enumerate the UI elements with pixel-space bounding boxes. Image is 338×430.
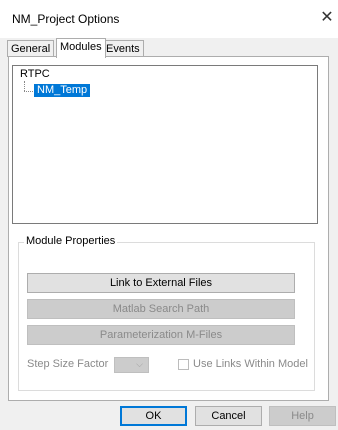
tab-modules[interactable]: Modules (56, 38, 106, 58)
module-properties-title: Module Properties (24, 235, 118, 247)
tree-connector (24, 91, 33, 92)
step-size-label: Step Size Factor (27, 358, 109, 370)
use-links-checkbox[interactable] (178, 359, 189, 370)
cancel-button[interactable]: Cancel (195, 406, 262, 426)
step-size-select[interactable]: ⌵ (114, 357, 149, 373)
tree-item-nm-temp[interactable]: NM_Temp (34, 84, 91, 97)
window-title: NM_Project Options (12, 12, 120, 26)
modules-tab-panel: RTPC NM_Temp Module Properties Link to E… (8, 56, 329, 401)
tab-events[interactable]: Events (102, 40, 144, 57)
link-external-files-button[interactable]: Link to External Files (27, 273, 295, 293)
ok-button[interactable]: OK (120, 406, 187, 426)
tab-general[interactable]: General (7, 40, 55, 57)
parameterization-mfiles-button[interactable]: Parameterization M-Files (27, 325, 295, 345)
use-links-label: Use Links Within Model (193, 358, 308, 370)
matlab-search-path-button[interactable]: Matlab Search Path (27, 299, 295, 319)
title-bar: NM_Project Options ✕ (0, 0, 338, 38)
tree-root-rtpc[interactable]: RTPC (20, 68, 50, 80)
close-icon[interactable]: ✕ (318, 8, 336, 28)
chevron-down-icon: ⌵ (136, 359, 143, 369)
help-button[interactable]: Help (269, 406, 336, 426)
tree-connector (24, 81, 25, 91)
module-tree[interactable]: RTPC NM_Temp (12, 65, 318, 224)
